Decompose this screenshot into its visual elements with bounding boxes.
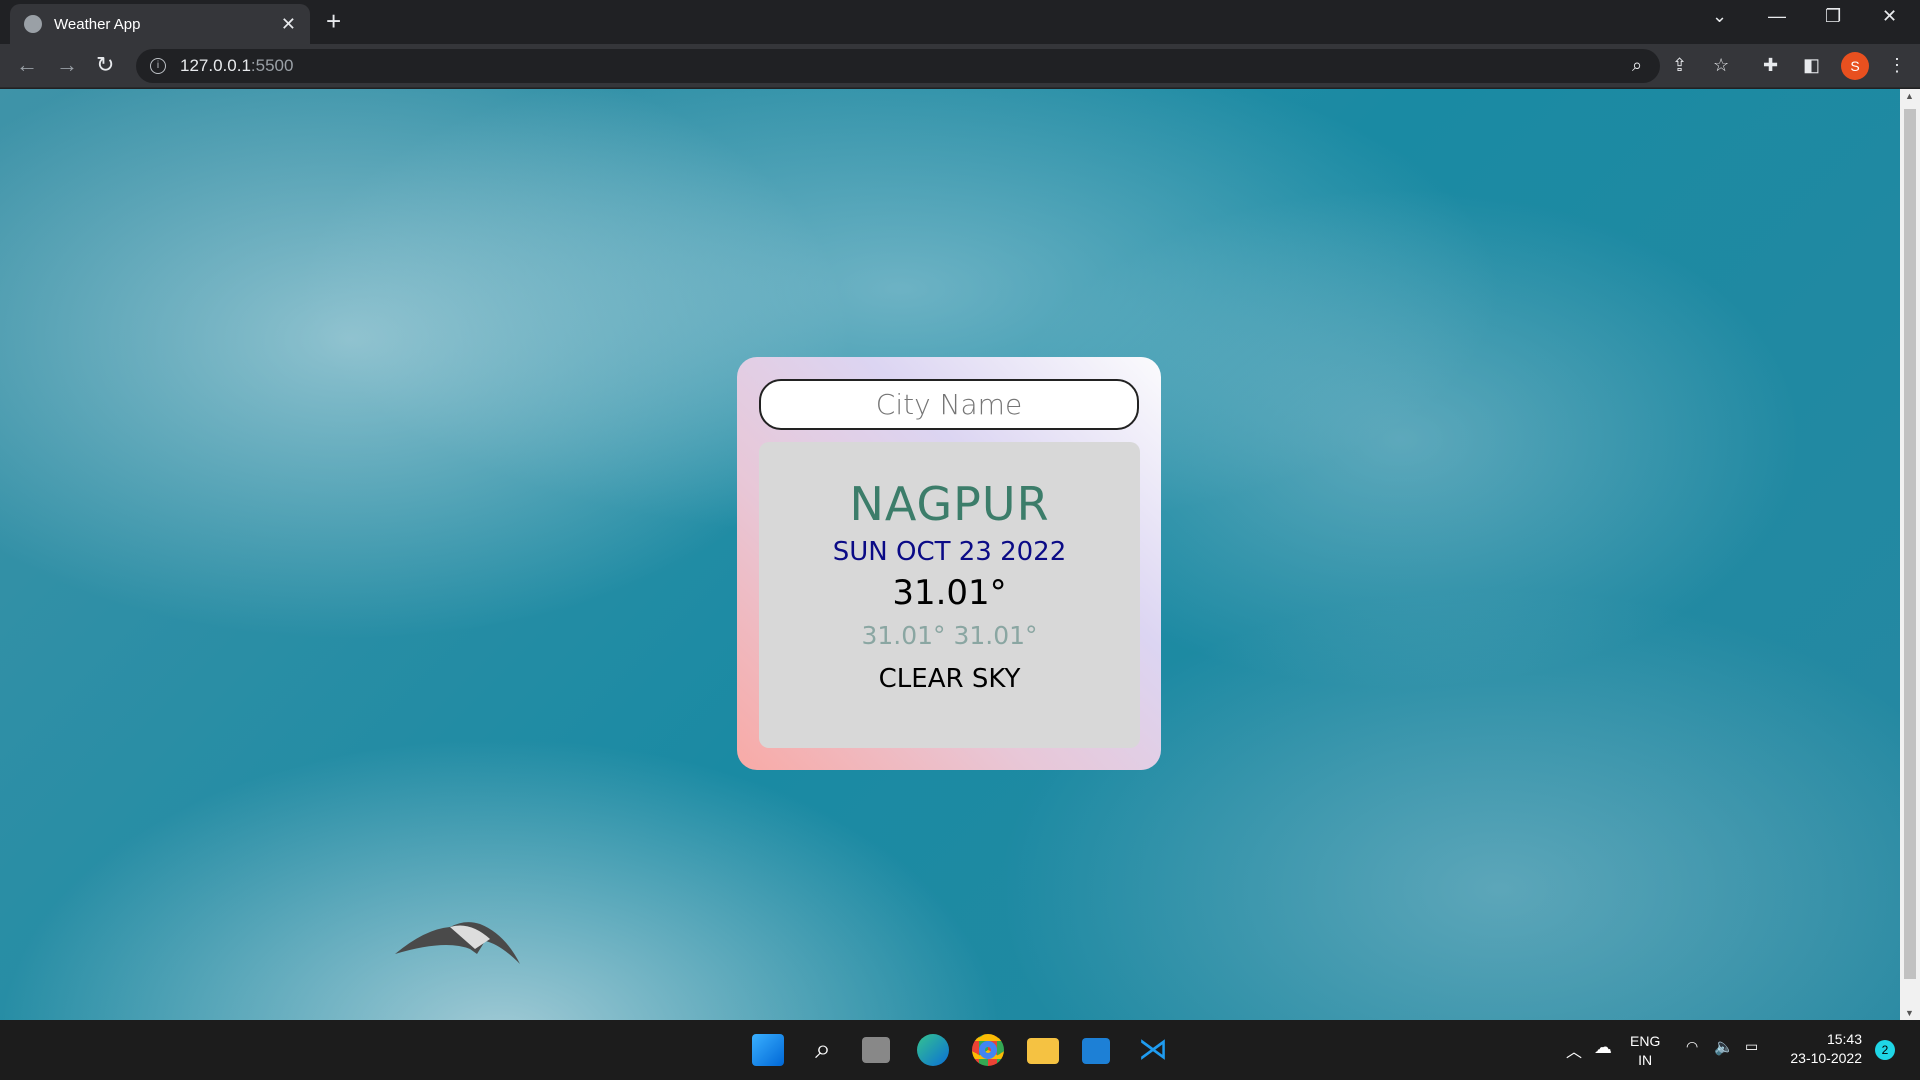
language-code: ENG [1630, 1033, 1661, 1049]
date: 23-10-2022 [1790, 1050, 1862, 1066]
taskbar: ⌕ ⋊ ︿ ☁ ENG IN ◠ 🔈 ▭ 15:43 23-10-2022 [0, 1020, 1920, 1080]
side-panel-icon[interactable]: ◧ [1803, 55, 1820, 76]
show-hidden-icons[interactable]: ︿ [1566, 1038, 1582, 1062]
share-icon[interactable]: ⇪ [1672, 55, 1687, 76]
volume-icon[interactable]: 🔈 [1714, 1037, 1734, 1057]
close-tab-icon[interactable]: ✕ [281, 14, 296, 35]
back-icon[interactable]: ← [16, 52, 38, 78]
start-icon[interactable] [752, 1034, 784, 1066]
minimize-button[interactable]: — [1768, 6, 1786, 27]
region-code: IN [1638, 1052, 1653, 1068]
scroll-down-icon[interactable]: ▼ [1905, 1008, 1914, 1018]
page-scrollbar[interactable]: ▲ ▼ [1900, 89, 1920, 1020]
site-info-icon[interactable]: i [150, 58, 166, 74]
chrome-icon[interactable] [972, 1034, 1004, 1066]
extensions-icon[interactable]: ✚ [1763, 55, 1778, 76]
url-port: :5500 [250, 56, 294, 75]
battery-icon[interactable]: ▭ [1745, 1038, 1758, 1055]
browser-toolbar: ← → ↻ i 127.0.0.1:5500 ⌕ ⇪ ☆ ✚ ◧ S ⋮ [0, 44, 1920, 88]
time: 15:43 [1826, 1031, 1862, 1047]
weather-description: CLEAR SKY [878, 664, 1021, 694]
profile-avatar[interactable]: S [1841, 52, 1869, 80]
store-icon[interactable] [1082, 1038, 1110, 1064]
scroll-up-icon[interactable]: ▲ [1905, 91, 1914, 101]
tab-strip: Weather App ✕ + ⌄ — ❐ ✕ [0, 0, 1920, 44]
tab-weather-app[interactable]: Weather App ✕ [10, 4, 310, 44]
vscode-icon[interactable]: ⋊ [1137, 1034, 1169, 1066]
url-host: 127.0.0.1 [180, 56, 251, 75]
close-window-button[interactable]: ✕ [1882, 6, 1897, 27]
bookmark-star-icon[interactable]: ☆ [1713, 55, 1729, 76]
bird-image [395, 922, 520, 964]
tab-search-icon[interactable]: ⌄ [1712, 6, 1727, 27]
weather-card: NAGPUR SUN OCT 23 2022 31.01° 31.01° 31.… [737, 357, 1161, 770]
city-name-input[interactable] [759, 379, 1139, 430]
address-bar[interactable]: i 127.0.0.1:5500 [136, 49, 1660, 83]
file-explorer-icon[interactable] [1027, 1038, 1059, 1064]
language-indicator[interactable]: ENG IN [1630, 1032, 1660, 1070]
task-view-icon[interactable] [862, 1037, 890, 1063]
tab-title: Weather App [54, 15, 141, 33]
zoom-icon[interactable]: ⌕ [1632, 55, 1642, 76]
weather-info-panel: NAGPUR SUN OCT 23 2022 31.01° 31.01° 31.… [759, 442, 1140, 748]
date: SUN OCT 23 2022 [832, 537, 1067, 567]
clock[interactable]: 15:43 23-10-2022 [1782, 1030, 1862, 1068]
restore-button[interactable]: ❐ [1825, 6, 1841, 27]
city-name: NAGPUR [849, 477, 1050, 531]
wifi-icon[interactable]: ◠ [1686, 1038, 1698, 1055]
onedrive-icon[interactable]: ☁ [1594, 1037, 1612, 1058]
reload-icon[interactable]: ↻ [96, 52, 114, 78]
search-icon[interactable]: ⌕ [807, 1034, 839, 1066]
edge-icon[interactable] [917, 1034, 949, 1066]
globe-icon [24, 15, 42, 33]
scrollbar-thumb[interactable] [1904, 109, 1916, 979]
menu-icon[interactable]: ⋮ [1888, 55, 1906, 76]
forward-icon[interactable]: → [56, 52, 78, 78]
temperature: 31.01° [892, 573, 1007, 613]
notification-badge[interactable]: 2 [1875, 1040, 1895, 1060]
min-max-temperature: 31.01° 31.01° [861, 621, 1038, 650]
new-tab-button[interactable]: + [326, 6, 341, 37]
